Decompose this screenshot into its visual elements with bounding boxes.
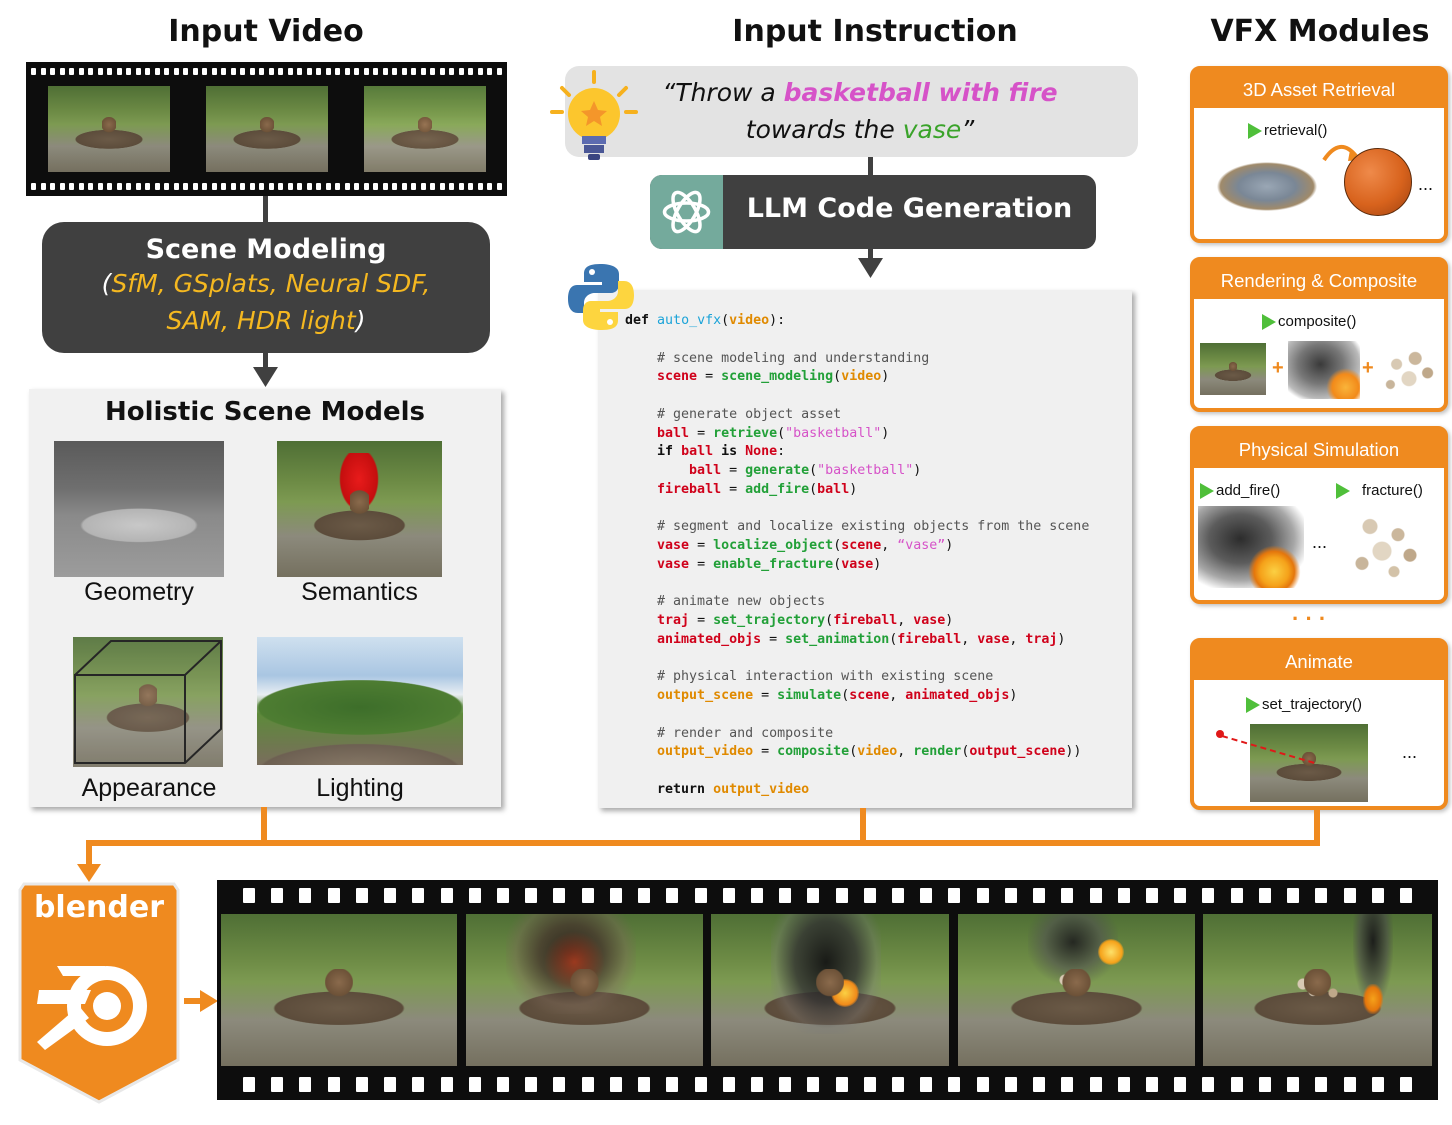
module-title: Physical Simulation xyxy=(1194,430,1444,468)
output-video-filmstrip xyxy=(217,880,1438,1100)
plus-sign: + xyxy=(1272,357,1284,379)
output-frame-2 xyxy=(466,914,703,1066)
trajectory-path-icon xyxy=(1216,730,1319,765)
composite-background-image xyxy=(1200,343,1266,395)
instruction-text: “Throw a basketball with fire towards th… xyxy=(662,78,1058,144)
add-fire-function: add_fire() xyxy=(1200,482,1280,500)
more-assets-ellipsis: ... xyxy=(1418,174,1434,194)
retrieval-function: retrieval() xyxy=(1248,122,1327,140)
smoke-fire-image xyxy=(1288,341,1360,399)
arrow-down-icon xyxy=(253,367,278,387)
basketball-icon xyxy=(1344,148,1412,216)
fracture-pieces-image xyxy=(1378,341,1440,399)
module-title: Animate xyxy=(1194,642,1444,680)
scene-modeling-title: Scene Modeling xyxy=(145,234,387,265)
output-frame-5 xyxy=(1203,914,1432,1066)
llm-code-generation-box: LLM Code Generation xyxy=(650,175,1096,249)
input-frame-3 xyxy=(364,86,486,172)
auto-vfx-code: def auto_vfx(video): # scene modeling an… xyxy=(625,313,1090,797)
play-icon xyxy=(1248,123,1262,140)
connector-instruction-to-llm xyxy=(868,157,873,175)
arrow-right-icon xyxy=(200,990,218,1012)
holistic-title: Holistic Scene Models xyxy=(104,397,426,427)
vfx-modules-title: VFX Modules xyxy=(1210,14,1430,49)
input-frame-2 xyxy=(206,86,328,172)
connector-video-to-scene xyxy=(263,196,268,224)
module-rendering-composite: Rendering & Composite composite() + + xyxy=(1190,257,1448,412)
arrow-down-icon xyxy=(858,258,883,278)
connector-horizontal-bus xyxy=(86,840,1320,846)
output-frame-1 xyxy=(221,914,457,1066)
holistic-scene-models-panel: Holistic Scene Models Geometry Semantics… xyxy=(29,389,501,807)
semantics-label: Semantics xyxy=(301,578,418,606)
sprocket-row-bottom xyxy=(217,1077,1438,1092)
fire-smoke-simulation-image xyxy=(1198,506,1304,588)
composite-function: composite() xyxy=(1262,313,1356,331)
plus-sign: + xyxy=(1362,357,1374,379)
asset-collection-image xyxy=(1202,148,1332,218)
play-icon xyxy=(1336,483,1350,500)
fracture-function: fracture() xyxy=(1336,482,1423,500)
animation-ellipsis: ... xyxy=(1402,742,1418,762)
sprocket-row-top xyxy=(26,68,507,75)
simulation-ellipsis: ... xyxy=(1312,532,1328,552)
module-title: 3D Asset Retrieval xyxy=(1194,70,1444,108)
output-frame-4 xyxy=(958,914,1195,1066)
input-video-title: Input Video xyxy=(168,14,364,49)
appearance-label: Appearance xyxy=(81,774,217,802)
play-icon xyxy=(1246,697,1260,714)
geometry-thumbnail xyxy=(54,441,224,577)
scene-modeling-box: Scene Modeling (SfM, GSplats, Neural SDF… xyxy=(42,222,490,353)
fracture-simulation-image xyxy=(1346,506,1426,588)
play-icon xyxy=(1200,483,1214,500)
lighting-thumbnail xyxy=(257,637,463,765)
module-physical-simulation: Physical Simulation add_fire() fracture(… xyxy=(1190,426,1448,604)
blender-label: blender xyxy=(33,890,165,925)
llm-label: LLM Code Generation xyxy=(746,193,1073,224)
input-instruction-title: Input Instruction xyxy=(732,14,1018,49)
output-frame-3 xyxy=(711,914,949,1066)
module-animate: Animate set_trajectory() ... xyxy=(1190,638,1448,810)
input-video-filmstrip xyxy=(26,62,507,196)
sprocket-row-top xyxy=(217,888,1438,903)
appearance-thumbnail xyxy=(73,637,223,767)
semantics-thumbnail xyxy=(277,441,442,577)
input-frame-1 xyxy=(48,86,170,172)
scene-modeling-methods: (SfM, GSplats, Neural SDF, SAM, HDR ligh… xyxy=(101,269,431,335)
geometry-label: Geometry xyxy=(84,578,194,606)
module-3d-asset-retrieval: 3D Asset Retrieval retrieval() ... xyxy=(1190,66,1448,243)
module-title: Rendering & Composite xyxy=(1194,261,1444,299)
chatgpt-icon xyxy=(650,175,723,249)
sprocket-row-bottom xyxy=(26,183,507,190)
play-icon xyxy=(1262,314,1276,331)
lighting-label: Lighting xyxy=(316,774,404,802)
set-trajectory-function: set_trajectory() xyxy=(1246,696,1362,714)
more-modules-dots: · · · xyxy=(1292,606,1327,631)
